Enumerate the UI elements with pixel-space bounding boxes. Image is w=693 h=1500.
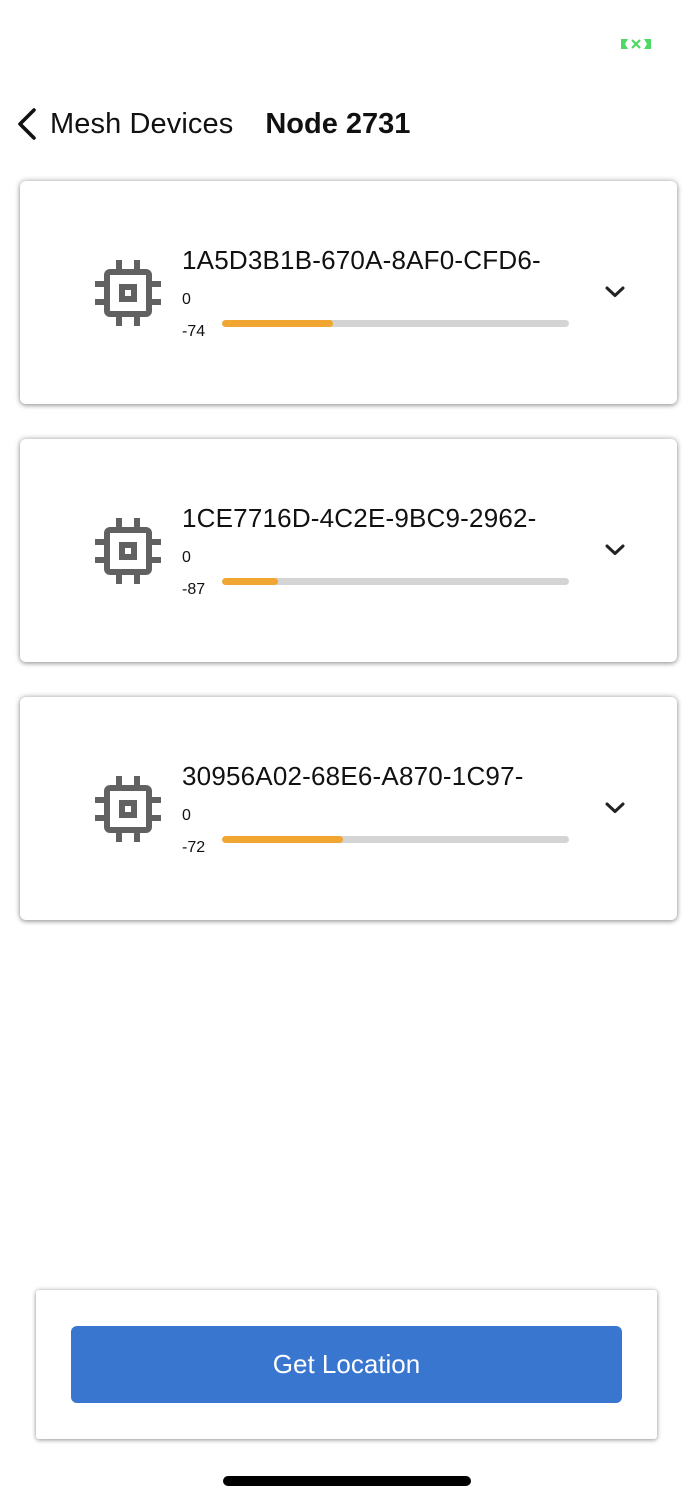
signal-max-label: 0: [182, 807, 191, 824]
signal-strength-bar: [222, 836, 569, 843]
device-card[interactable]: 30956A02-68E6-A870-1C97- 0 -72: [20, 697, 677, 920]
chip-icon: [95, 776, 161, 842]
chevron-down-icon[interactable]: [604, 285, 626, 299]
device-id: 30956A02-68E6-A870-1C97-: [182, 761, 524, 791]
bottom-action-panel: Get Location: [36, 1290, 657, 1439]
screen: Mesh Devices Node 2731 1A5D3B1B-670A-8AF…: [0, 0, 693, 1500]
device-id: 1A5D3B1B-670A-8AF0-CFD6-: [182, 245, 541, 275]
signal-strength-fill: [222, 578, 278, 585]
chip-icon: [95, 518, 161, 584]
chevron-left-icon: [18, 108, 36, 140]
signal-max-label: 0: [182, 549, 191, 566]
home-indicator[interactable]: [223, 1476, 471, 1486]
signal-strength-bar: [222, 320, 569, 327]
signal-max-label: 0: [182, 291, 191, 308]
battery-charging-icon: [621, 39, 651, 49]
back-label: Mesh Devices: [50, 107, 234, 140]
page-title: Node 2731: [265, 107, 411, 140]
signal-strength-fill: [222, 320, 334, 327]
signal-strength-fill: [222, 836, 344, 843]
back-button[interactable]: Mesh Devices: [14, 106, 233, 142]
signal-strength-value: -87: [182, 581, 206, 598]
device-id: 1CE7716D-4C2E-9BC9-2962-: [182, 503, 537, 533]
signal-strength-value: -74: [182, 323, 206, 340]
chip-icon: [95, 260, 161, 326]
chevron-down-icon[interactable]: [604, 543, 626, 557]
device-card[interactable]: 1CE7716D-4C2E-9BC9-2962- 0 -87: [20, 439, 677, 662]
signal-strength-bar: [222, 578, 569, 585]
device-card[interactable]: 1A5D3B1B-670A-8AF0-CFD6- 0 -74: [20, 181, 677, 404]
navigation-bar: Mesh Devices Node 2731: [0, 98, 693, 150]
signal-strength-value: -72: [182, 839, 206, 856]
chevron-down-icon[interactable]: [604, 801, 626, 815]
get-location-button[interactable]: Get Location: [71, 1326, 622, 1403]
